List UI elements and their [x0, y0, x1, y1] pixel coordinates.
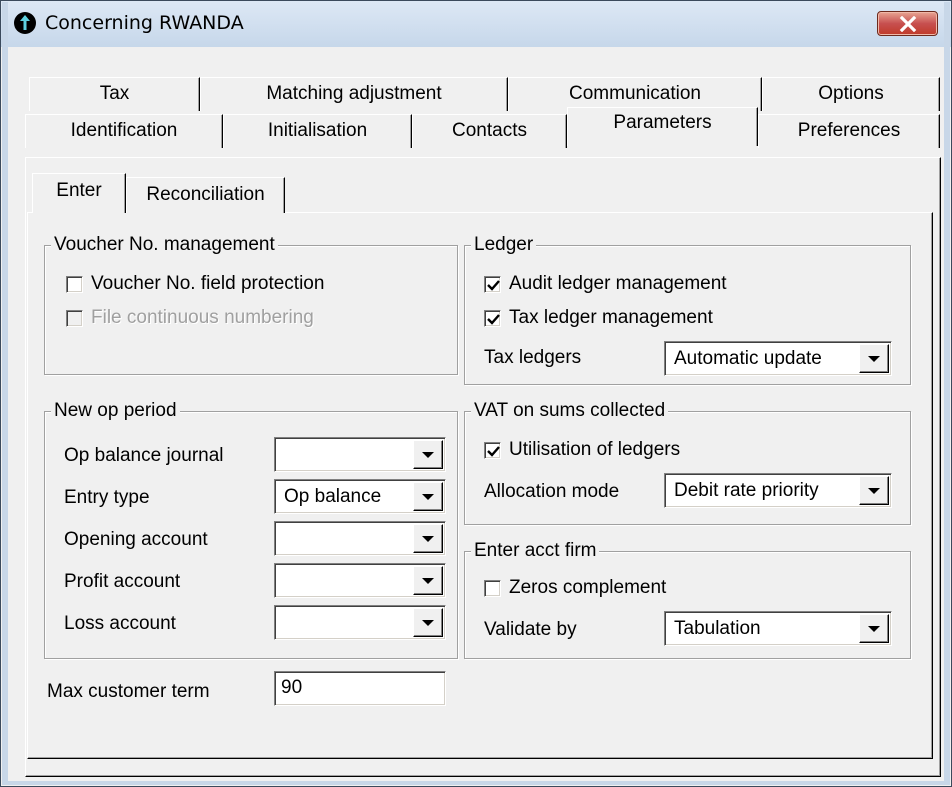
voucher-protection-label: Voucher No. field protection: [91, 273, 325, 294]
dropdown-button[interactable]: [413, 440, 443, 469]
zeros-complement-label: Zeros complement: [509, 577, 667, 598]
checkmark-icon: [487, 279, 500, 291]
tab-options[interactable]: Options: [762, 77, 940, 111]
dropdown-button[interactable]: [413, 566, 443, 595]
tab-initialisation[interactable]: Initialisation: [223, 114, 412, 148]
tab-parameters[interactable]: Parameters: [567, 107, 758, 146]
subtab-enter[interactable]: Enter: [32, 173, 126, 213]
tab-matching-adjustment[interactable]: Matching adjustment: [200, 77, 508, 111]
checkbox-box[interactable]: [484, 275, 501, 293]
vat-group-title: VAT on sums collected: [471, 399, 669, 423]
tab-communication[interactable]: Communication: [508, 77, 762, 111]
checkmark-icon: [487, 313, 500, 325]
op-balance-journal-label: Op balance journal: [64, 445, 224, 466]
chevron-down-icon: [422, 494, 434, 500]
tab-tax[interactable]: Tax: [29, 77, 200, 111]
audit-ledger-label: Audit ledger management: [509, 273, 727, 294]
chevron-down-icon: [422, 452, 434, 458]
opening-account-label: Opening account: [64, 529, 208, 550]
validate-by-select[interactable]: Tabulation: [664, 611, 892, 646]
checkbox-box[interactable]: [484, 441, 501, 459]
dropdown-button[interactable]: [413, 608, 443, 637]
max-customer-term-field[interactable]: [274, 671, 446, 706]
opening-account-select[interactable]: [274, 521, 446, 556]
allocation-mode-value: Debit rate priority: [674, 480, 819, 501]
checkbox-box: [66, 309, 83, 327]
tab-identification[interactable]: Identification: [25, 114, 223, 148]
utilisation-ledgers-label: Utilisation of ledgers: [509, 439, 681, 460]
dialog-client: Tax Matching adjustment Communication Op…: [8, 47, 944, 781]
loss-account-label: Loss account: [64, 613, 176, 634]
tax-ledgers-select[interactable]: Automatic update: [664, 341, 892, 376]
voucher-group-title: Voucher No. management: [51, 233, 278, 257]
allocation-mode-select[interactable]: Debit rate priority: [664, 473, 892, 508]
chevron-down-icon: [422, 578, 434, 584]
dropdown-button[interactable]: [859, 476, 889, 505]
tax-ledger-checkbox[interactable]: Tax ledger management: [484, 307, 713, 329]
chevron-down-icon: [868, 488, 880, 494]
acct-firm-group-title: Enter acct firm: [471, 539, 600, 563]
dropdown-button[interactable]: [413, 524, 443, 553]
chevron-down-icon: [422, 536, 434, 542]
subtab-reconciliation[interactable]: Reconciliation: [126, 177, 285, 213]
validate-by-label: Validate by: [484, 619, 577, 640]
tab-preferences[interactable]: Preferences: [758, 114, 940, 148]
chevron-down-icon: [868, 626, 880, 632]
tax-ledgers-value: Automatic update: [674, 348, 822, 369]
checkbox-box[interactable]: [484, 579, 501, 597]
ledger-group-title: Ledger: [471, 233, 537, 257]
checkbox-box[interactable]: [484, 309, 501, 327]
dropdown-button[interactable]: [413, 482, 443, 511]
chevron-down-icon: [422, 620, 434, 626]
voucher-protection-checkbox[interactable]: Voucher No. field protection: [66, 273, 324, 295]
entry-type-select[interactable]: Op balance: [274, 479, 446, 514]
profit-account-label: Profit account: [64, 571, 181, 592]
loss-account-select[interactable]: [274, 605, 446, 640]
tax-ledgers-label: Tax ledgers: [484, 347, 582, 368]
zeros-complement-checkbox[interactable]: Zeros complement: [484, 577, 666, 599]
continuous-numbering-checkbox: File continuous numbering: [66, 307, 314, 329]
dropdown-button[interactable]: [859, 344, 889, 373]
op-balance-journal-select[interactable]: [274, 437, 446, 472]
tax-ledger-label: Tax ledger management: [509, 307, 713, 328]
continuous-numbering-label: File continuous numbering: [91, 307, 314, 328]
max-customer-term-input[interactable]: [281, 675, 431, 701]
utilisation-ledgers-checkbox[interactable]: Utilisation of ledgers: [484, 439, 680, 461]
dropdown-button[interactable]: [859, 614, 889, 643]
entry-type-value: Op balance: [284, 486, 382, 507]
allocation-mode-label: Allocation mode: [484, 481, 620, 502]
entry-type-label: Entry type: [64, 487, 150, 508]
checkbox-box[interactable]: [66, 275, 83, 293]
chevron-down-icon: [868, 356, 880, 362]
validate-by-value: Tabulation: [674, 618, 761, 639]
checkmark-icon: [487, 445, 500, 457]
profit-account-select[interactable]: [274, 563, 446, 598]
new-op-group-title: New op period: [51, 399, 180, 423]
audit-ledger-checkbox[interactable]: Audit ledger management: [484, 273, 727, 295]
max-customer-term-label: Max customer term: [47, 681, 210, 702]
dialog-window: Concerning RWANDA Tax Matching adjustmen…: [0, 0, 952, 787]
tab-contacts[interactable]: Contacts: [412, 114, 567, 148]
